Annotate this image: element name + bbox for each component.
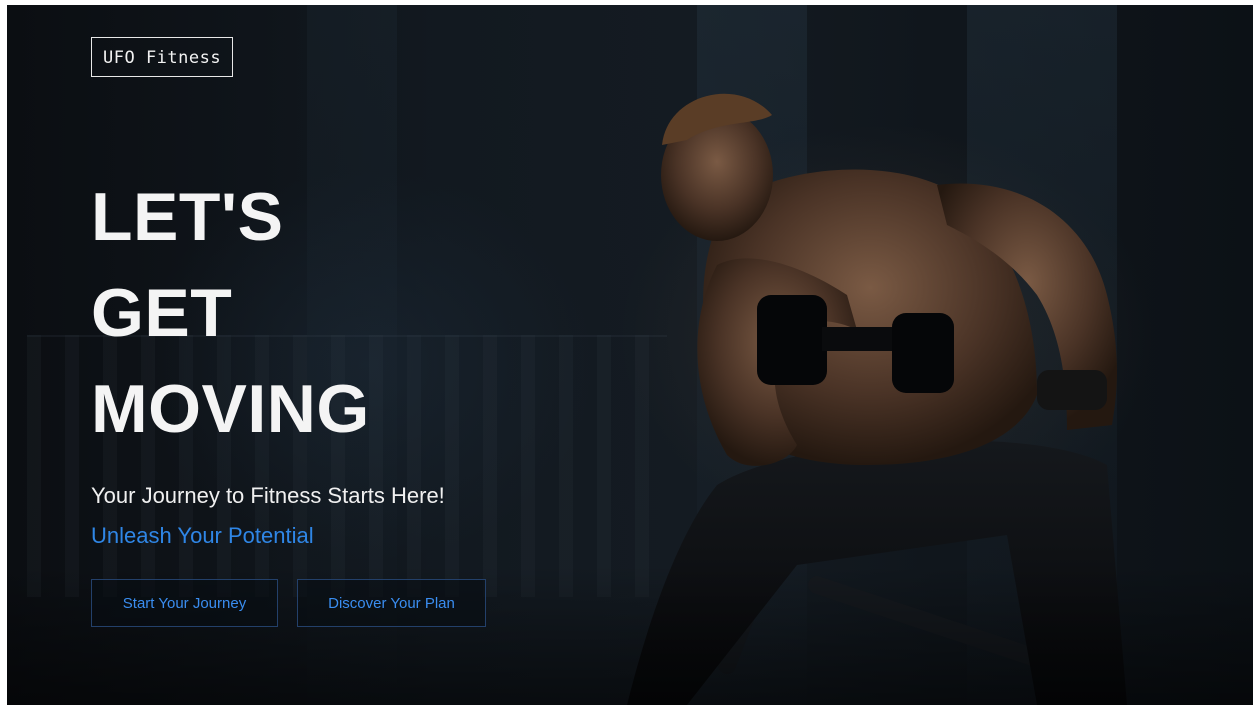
headline-line: MOVING: [91, 371, 370, 447]
hero-tagline: Unleash Your Potential: [91, 523, 314, 548]
hero-headline: LET'S GET MOVING: [91, 169, 370, 457]
brand-logo[interactable]: UFO Fitness: [91, 37, 234, 77]
headline-line: LET'S: [91, 179, 284, 255]
headline-line: GET: [91, 275, 233, 351]
hero-section: UFO Fitness LET'S GET MOVING Your Journe…: [7, 5, 1253, 705]
start-journey-button[interactable]: Start Your Journey: [91, 579, 278, 627]
discover-plan-button[interactable]: Discover Your Plan: [297, 579, 486, 627]
hero-subtitle: Your Journey to Fitness Starts Here!: [91, 483, 445, 508]
